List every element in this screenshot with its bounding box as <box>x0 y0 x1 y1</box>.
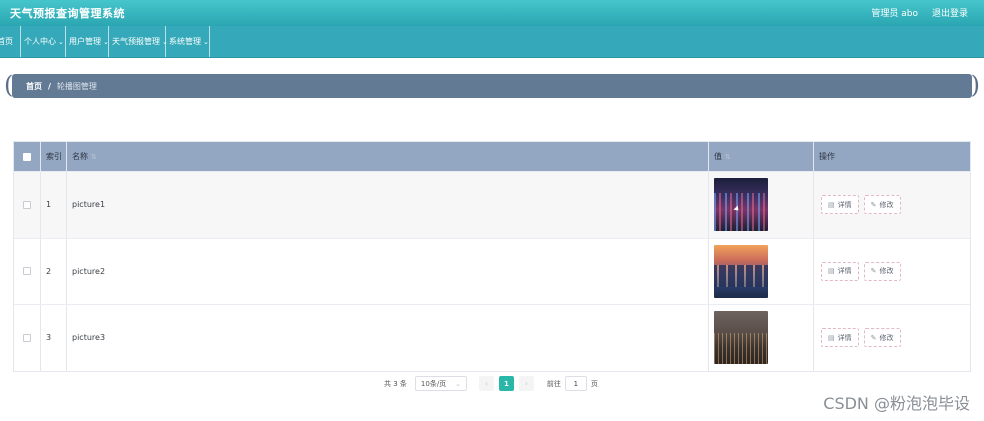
prev-page-button[interactable]: ‹ <box>478 376 494 391</box>
logout-link[interactable]: 退出登录 <box>932 6 968 19</box>
bracket-right-decoration: ) <box>970 71 980 99</box>
row-checkbox[interactable] <box>23 333 31 342</box>
select-cell <box>14 305 41 371</box>
chevron-down-icon: ⌄ <box>58 37 64 46</box>
header-select-cell <box>14 142 41 171</box>
column-header-label: 操作 <box>819 152 835 161</box>
edit-button[interactable]: ✎ 修改 <box>863 195 901 215</box>
city-aerial-image[interactable] <box>714 311 768 365</box>
nav-item-users[interactable]: 用户管理 ⌄ <box>66 26 109 57</box>
detail-label: 详情 <box>837 200 852 209</box>
nav-label: 首页 <box>0 37 13 46</box>
pencil-icon: ✎ <box>870 200 877 209</box>
top-header: 天气预报查询管理系统 管理员 abo 退出登录 <box>0 0 984 26</box>
table-row: 2 picture2 ▤ 详情 ✎ 修改 <box>14 237 970 305</box>
app-title: 天气预报查询管理系统 <box>10 7 125 20</box>
value-cell <box>709 238 814 304</box>
column-header-label: 名称 <box>72 152 88 161</box>
actions-cell: ▤ 详情 ✎ 修改 <box>814 172 970 238</box>
index-cell: 2 <box>41 238 67 304</box>
city-sunset-image[interactable] <box>714 244 768 298</box>
sort-icon[interactable]: ⇅ <box>725 153 731 161</box>
page-number-current[interactable]: 1 <box>498 376 514 391</box>
page-size-select[interactable]: 10条/页 ⌄ <box>414 376 467 391</box>
detail-label: 详情 <box>837 267 852 276</box>
edit-label: 修改 <box>879 200 894 209</box>
sort-icon[interactable]: ⇅ <box>91 153 97 161</box>
breadcrumb-bar: 首页 / 轮播图管理 <box>12 74 972 98</box>
banner-table: 索引 名称 ⇅ 值 ⇅ 操作 1 picture1 ▤ 详情 ✎ 修改 2 pict… <box>13 141 971 372</box>
name-cell: picture3 <box>67 305 709 371</box>
goto-label: 前往 <box>546 379 561 388</box>
actions-cell: ▤ 详情 ✎ 修改 <box>814 239 970 305</box>
column-header-index: 索引 <box>41 142 67 171</box>
edit-button[interactable]: ✎ 修改 <box>863 328 901 348</box>
breadcrumb-separator: / <box>48 82 51 91</box>
table-row: 1 picture1 ▤ 详情 ✎ 修改 <box>14 171 970 238</box>
detail-label: 详情 <box>837 333 852 342</box>
chevron-down-icon: ⌄ <box>103 37 109 46</box>
row-checkbox[interactable] <box>23 267 31 276</box>
select-cell <box>14 238 41 304</box>
actions-cell: ▤ 详情 ✎ 修改 <box>814 305 970 371</box>
breadcrumb-current: 轮播图管理 <box>56 82 97 91</box>
user-label: 管理员 abo <box>871 9 918 19</box>
breadcrumb-text: 首页 / 轮播图管理 <box>26 81 97 92</box>
edit-label: 修改 <box>879 267 894 276</box>
page-size-value: 10条/页 <box>420 379 447 388</box>
main-nav: 首页 个人中心 ⌄ 用户管理 ⌄ 天气预报管理 ⌄ 系统管理 ⌄ <box>0 26 984 58</box>
column-header-label: 索引 <box>46 152 62 161</box>
pencil-icon: ✎ <box>870 267 877 276</box>
column-header-actions: 操作 <box>814 142 970 171</box>
select-cell <box>14 172 41 238</box>
breadcrumb: ( 首页 / 轮播图管理 ) <box>4 71 980 100</box>
value-cell <box>709 305 814 371</box>
next-page-button[interactable]: › <box>518 376 534 391</box>
nav-item-forecast[interactable]: 天气预报管理 ⌄ <box>109 26 168 57</box>
document-icon: ▤ <box>828 200 835 209</box>
table-header: 索引 名称 ⇅ 值 ⇅ 操作 <box>14 142 970 171</box>
nav-label: 系统管理 <box>169 37 201 46</box>
value-cell <box>709 172 814 238</box>
city-night-image[interactable] <box>714 178 768 232</box>
edit-label: 修改 <box>879 333 894 342</box>
name-cell: picture1 <box>67 172 709 238</box>
pencil-icon: ✎ <box>870 333 877 342</box>
page-unit-label: 页 <box>590 379 598 388</box>
table-row: 3 picture3 ▤ 详情 ✎ 修改 <box>14 304 970 371</box>
breadcrumb-home-link[interactable]: 首页 <box>26 81 42 92</box>
nav-item-personal[interactable]: 个人中心 ⌄ <box>21 26 66 57</box>
row-checkbox[interactable] <box>23 200 31 209</box>
pagination-total: 共 3 条 <box>384 379 407 388</box>
document-icon: ▤ <box>828 267 835 276</box>
mouse-cursor-icon <box>733 205 741 213</box>
index-cell: 3 <box>41 305 67 371</box>
nav-item-home[interactable]: 首页 <box>0 26 21 57</box>
nav-label: 个人中心 <box>24 37 56 46</box>
detail-button[interactable]: ▤ 详情 <box>821 261 859 281</box>
index-cell: 1 <box>41 172 67 238</box>
goto-page-input[interactable] <box>564 376 587 391</box>
name-cell: picture2 <box>67 238 709 304</box>
nav-label: 用户管理 <box>69 37 101 46</box>
user-area: 管理员 abo 退出登录 <box>871 6 968 19</box>
nav-item-system[interactable]: 系统管理 ⌄ <box>166 26 210 57</box>
detail-button[interactable]: ▤ 详情 <box>821 195 859 215</box>
select-all-checkbox[interactable] <box>23 152 31 161</box>
chevron-down-icon: ⌄ <box>203 37 209 46</box>
column-header-label: 值 <box>714 152 722 161</box>
pagination: 共 3 条 10条/页 ⌄ ‹ 1 › 前往 页 <box>384 376 598 391</box>
chevron-down-icon: ⌄ <box>455 379 461 388</box>
detail-button[interactable]: ▤ 详情 <box>821 328 859 348</box>
column-header-value[interactable]: 值 ⇅ <box>709 142 814 171</box>
column-header-name[interactable]: 名称 ⇅ <box>67 142 709 171</box>
watermark-text: CSDN @粉泡泡毕设 <box>823 394 970 413</box>
nav-label: 天气预报管理 <box>112 37 160 46</box>
edit-button[interactable]: ✎ 修改 <box>863 261 901 281</box>
document-icon: ▤ <box>828 333 835 342</box>
